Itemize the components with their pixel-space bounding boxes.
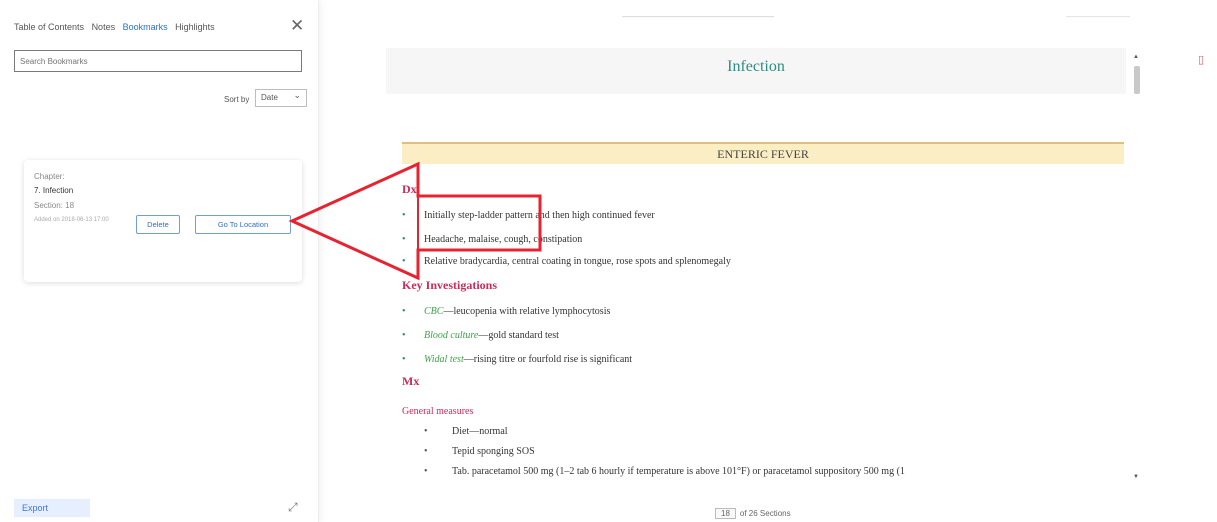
chapter-value: 7. Infection [34, 186, 74, 195]
scroll-up-icon[interactable]: ▲ [1133, 54, 1139, 60]
investigation-term-1: CBC [424, 306, 444, 317]
section-label: Section: 18 [34, 201, 75, 210]
general-measures-heading: General measures [402, 406, 474, 417]
investigation-desc-1: —leucopenia with relative lymphocytosis [443, 306, 611, 317]
go-to-location-button[interactable]: Go To Location [195, 215, 291, 234]
bookmarks-panel: Table of Contents Notes Bookmarks Highli… [0, 0, 319, 522]
tab-bookmarks[interactable]: Bookmarks [123, 22, 168, 32]
tab-highlights[interactable]: Highlights [175, 22, 215, 32]
dx-item-3: Relative bradycardia, central coating in… [424, 256, 731, 267]
general-item-2: Tepid sponging SOS [452, 446, 535, 457]
export-button[interactable]: Export [14, 499, 90, 517]
search-bookmarks-input[interactable] [14, 50, 302, 72]
added-date: Added on 2018-06-13 17:00 [34, 217, 109, 223]
investigation-item-3: Widal test—rising titre or fourfold rise… [424, 354, 632, 365]
investigations-heading: Key Investigations [402, 278, 498, 292]
bullet: • [402, 234, 406, 245]
bullet: • [424, 466, 428, 477]
document-title: ——————————————————— [622, 12, 774, 21]
investigation-desc-2: —gold standard test [478, 330, 559, 341]
panel-tabs: Table of Contents Notes Bookmarks Highli… [14, 22, 220, 32]
dx-item-2: Headache, malaise, cough, constipation [424, 234, 583, 245]
chevron-down-icon: ⌄ [293, 91, 301, 101]
page-number-input[interactable]: 18 [715, 508, 736, 519]
page-total: of 26 Sections [739, 509, 791, 518]
dx-heading: Dx [402, 182, 417, 196]
bullet: • [424, 446, 428, 457]
investigation-desc-3: —rising titre or fourfold rise is signif… [463, 354, 633, 365]
chapter-title: Infection [727, 58, 785, 75]
bullet: • [402, 306, 406, 317]
chapter-header: Infection [386, 48, 1126, 94]
section-title: ENTERIC FEVER [402, 142, 1124, 164]
top-right-info: ———————— [1066, 12, 1130, 21]
section-pager: 18 of 26 Sections [715, 508, 791, 519]
delete-button[interactable]: Delete [136, 215, 180, 234]
bullet: • [424, 426, 428, 437]
close-icon[interactable]: ✕ [290, 16, 304, 36]
scroll-down-icon[interactable]: ▼ [1133, 474, 1139, 480]
vertical-scrollbar[interactable]: ▲ ▼ [1131, 48, 1143, 486]
investigation-item-1: CBC—leucopenia with relative lymphocytos… [424, 306, 610, 317]
bullet: • [402, 330, 406, 341]
dx-item-1: Initially step-ladder pattern and then h… [424, 210, 655, 221]
chapter-label: Chapter: [34, 172, 65, 181]
bullet: • [402, 210, 406, 221]
reader-page: Infection ENTERIC FEVER Dx • Initially s… [372, 40, 1147, 490]
tab-notes[interactable]: Notes [92, 22, 116, 32]
bullet: • [402, 256, 406, 267]
scroll-thumb[interactable] [1134, 66, 1140, 94]
bookmark-flag-icon[interactable]: ▯ [1198, 53, 1204, 66]
investigation-item-2: Blood culture—gold standard test [424, 330, 559, 341]
investigation-term-2: Blood culture [424, 330, 479, 341]
pin-icon[interactable]: ⤢ [288, 500, 298, 515]
general-item-3: Tab. paracetamol 500 mg (1–2 tab 6 hourl… [452, 466, 905, 477]
mx-heading: Mx [402, 374, 420, 388]
general-item-1: Diet—normal [452, 426, 508, 437]
bullet: • [402, 354, 406, 365]
investigation-term-3: Widal test [424, 354, 464, 365]
sort-label: Sort by [224, 95, 250, 104]
bookmark-card: Chapter: 7. Infection Section: 18 Added … [24, 160, 302, 282]
sort-select[interactable]: Date ⌄ [255, 89, 307, 107]
tab-table-of-contents[interactable]: Table of Contents [14, 22, 84, 32]
sort-value: Date [261, 93, 278, 102]
